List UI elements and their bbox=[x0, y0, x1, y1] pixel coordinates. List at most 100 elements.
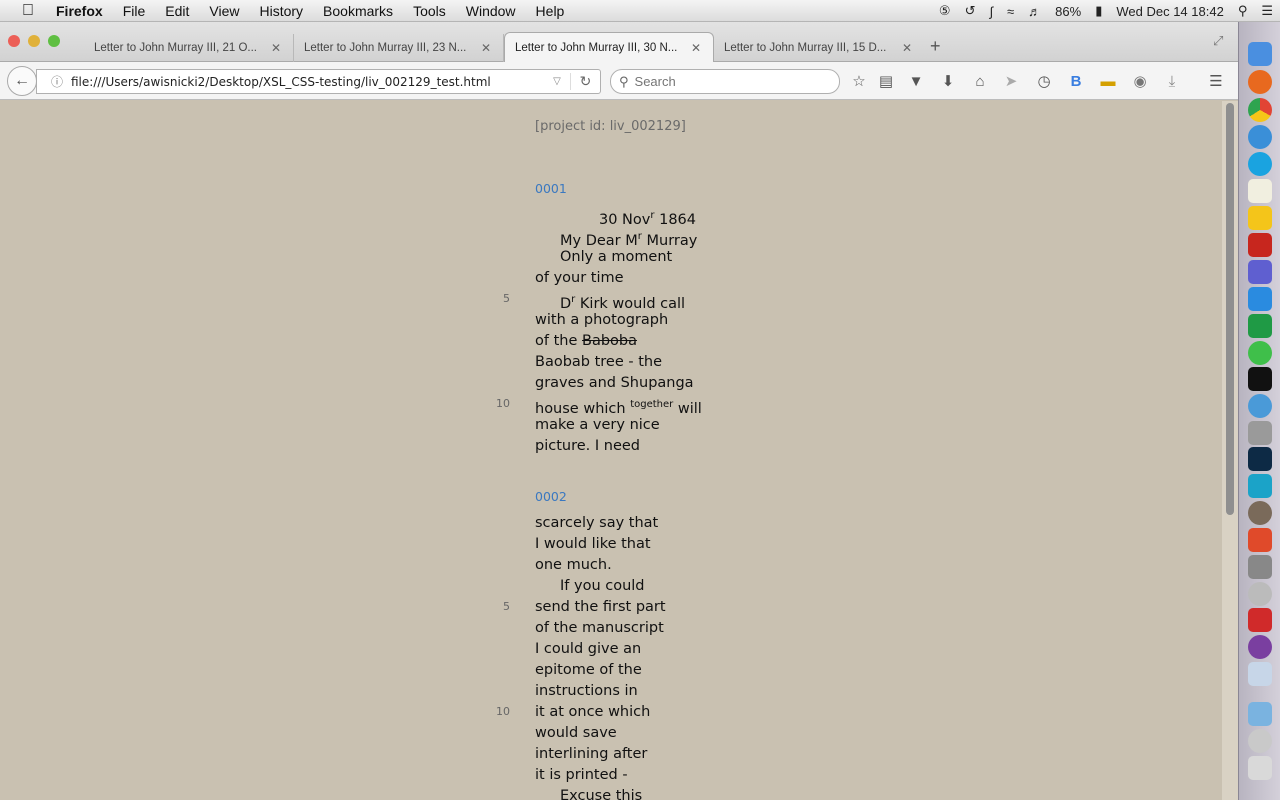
search-box[interactable]: ⚲ bbox=[610, 69, 840, 94]
system-preferences-icon[interactable] bbox=[1248, 555, 1272, 579]
deleted-text: Baboba bbox=[582, 333, 637, 349]
xquartz-icon[interactable] bbox=[1248, 260, 1272, 284]
fullscreen-icon[interactable]: ⤢ bbox=[1213, 33, 1223, 49]
finder-icon[interactable] bbox=[1248, 42, 1272, 66]
transcript-line: Baobab tree - the bbox=[535, 354, 663, 370]
minimize-window-button[interactable] bbox=[28, 35, 40, 47]
transcript-line: scarcely say that bbox=[535, 515, 659, 531]
menu-bookmarks[interactable]: Bookmarks bbox=[313, 3, 403, 19]
tab-letter-23-nov[interactable]: Letter to John Murray III, 23 N... ✕ bbox=[294, 34, 504, 62]
vertical-scrollbar[interactable] bbox=[1222, 101, 1238, 800]
menu-bar:  Firefox File Edit View History Bookmar… bbox=[0, 0, 1280, 22]
remote-app-icon[interactable] bbox=[1248, 528, 1272, 552]
wifi-icon[interactable]: ≈ bbox=[1000, 4, 1021, 19]
extension-b-icon[interactable]: B bbox=[1066, 72, 1086, 92]
zoom-window-button[interactable] bbox=[48, 35, 60, 47]
menu-history[interactable]: History bbox=[249, 3, 313, 19]
url-bar[interactable]: ⓘ file:///Users/awisnicki2/Desktop/XSL_C… bbox=[36, 69, 601, 94]
tab-label: Letter to John Murray III, 21 O... bbox=[94, 42, 257, 54]
menu-edit[interactable]: Edit bbox=[155, 3, 199, 19]
scrollbar-thumb[interactable] bbox=[1226, 103, 1234, 515]
downloads-icon[interactable]: ⬇ bbox=[938, 72, 958, 92]
reading-list-icon[interactable]: ▤ bbox=[876, 72, 896, 92]
hamburger-menu-icon[interactable]: ☰ bbox=[1206, 72, 1226, 92]
site-info-icon[interactable]: ⓘ bbox=[43, 73, 71, 90]
menu-file[interactable]: File bbox=[113, 3, 156, 19]
terminal-icon[interactable] bbox=[1248, 367, 1272, 391]
transcript-line: picture. I need bbox=[535, 438, 640, 454]
ghostery-icon[interactable]: ◉ bbox=[1130, 72, 1150, 92]
bookmark-star-icon[interactable]: ☆ bbox=[849, 72, 869, 92]
url-text[interactable]: file:///Users/awisnicki2/Desktop/XSL_CSS… bbox=[71, 75, 544, 89]
battery-percent[interactable]: 86% bbox=[1048, 4, 1088, 19]
preview-icon[interactable] bbox=[1248, 662, 1272, 686]
sync-icon[interactable] bbox=[1248, 341, 1272, 365]
new-tab-button[interactable]: + bbox=[930, 36, 941, 57]
skype-icon[interactable] bbox=[1248, 152, 1272, 176]
line-text: of the bbox=[535, 333, 582, 349]
transcript-line: I would like that bbox=[535, 536, 651, 552]
menu-window[interactable]: Window bbox=[456, 3, 526, 19]
page-number-0002[interactable]: 0002 bbox=[535, 489, 567, 504]
diamond-app-icon[interactable] bbox=[1248, 474, 1272, 498]
launchpad-icon[interactable] bbox=[1248, 582, 1272, 606]
menu-app-firefox[interactable]: Firefox bbox=[56, 3, 113, 19]
clock[interactable]: Wed Dec 14 18:42 bbox=[1109, 4, 1230, 19]
download-helper-icon[interactable]: ⤓ bbox=[1162, 72, 1182, 92]
url-dropdown-icon[interactable]: ▽ bbox=[544, 76, 570, 87]
github-icon[interactable] bbox=[1248, 635, 1272, 659]
send-icon[interactable]: ➤ bbox=[1001, 72, 1021, 92]
chrome-icon[interactable] bbox=[1248, 98, 1272, 122]
history-icon[interactable]: ◷ bbox=[1034, 72, 1054, 92]
menu-view[interactable]: View bbox=[199, 3, 249, 19]
ruler-icon[interactable]: ▬ bbox=[1098, 72, 1118, 92]
interlinear-insertion: together bbox=[630, 399, 674, 410]
volume-icon[interactable]: ♬ bbox=[1021, 4, 1048, 19]
transcript-line: would save bbox=[535, 725, 617, 741]
notification-center-icon[interactable]: ☰ bbox=[1254, 3, 1280, 19]
menu-tools[interactable]: Tools bbox=[403, 3, 456, 19]
bluetooth-icon[interactable]: ∫ bbox=[982, 4, 1000, 19]
folder-icon[interactable] bbox=[1248, 702, 1272, 726]
page-number-0001[interactable]: 0001 bbox=[535, 181, 567, 196]
pocket-icon[interactable]: ▼ bbox=[906, 72, 926, 92]
tab-close-icon[interactable]: ✕ bbox=[689, 41, 703, 55]
close-window-button[interactable] bbox=[8, 35, 20, 47]
network-icon[interactable] bbox=[1248, 394, 1272, 418]
tab-close-icon[interactable]: ✕ bbox=[900, 41, 914, 55]
firefox-icon[interactable] bbox=[1248, 70, 1272, 94]
search-input[interactable] bbox=[634, 74, 825, 89]
gimp-icon[interactable] bbox=[1248, 501, 1272, 525]
trash-icon[interactable] bbox=[1248, 756, 1272, 780]
navigation-toolbar: ⓘ file:///Users/awisnicki2/Desktop/XSL_C… bbox=[0, 62, 1238, 100]
help-icon[interactable] bbox=[1248, 729, 1272, 753]
battery-icon[interactable]: ▮ bbox=[1088, 3, 1109, 19]
safari-icon[interactable] bbox=[1248, 125, 1272, 149]
back-button[interactable]: ← bbox=[7, 66, 37, 96]
tab-letter-21-oct[interactable]: Letter to John Murray III, 21 O... ✕ bbox=[84, 34, 294, 62]
tab-label: Letter to John Murray III, 30 N... bbox=[515, 42, 678, 54]
transcript-line: it is printed - bbox=[535, 767, 628, 783]
tab-letter-15-dec[interactable]: Letter to John Murray III, 15 D... ✕ bbox=[714, 34, 924, 62]
utility-icon[interactable] bbox=[1248, 421, 1272, 445]
project-id: [project id: liv_002129] bbox=[535, 119, 686, 134]
filezilla-icon[interactable] bbox=[1248, 233, 1272, 257]
reload-icon[interactable]: ↻ bbox=[570, 73, 600, 90]
tab-close-icon[interactable]: ✕ bbox=[269, 41, 283, 55]
photoshop-icon[interactable] bbox=[1248, 447, 1272, 471]
zotero-icon[interactable] bbox=[1248, 608, 1272, 632]
time-machine-icon[interactable]: ↺ bbox=[958, 3, 983, 19]
cyberduck-icon[interactable] bbox=[1248, 206, 1272, 230]
spotlight-icon[interactable]: ⚲ bbox=[1231, 3, 1255, 19]
transcript-line: epitome of the bbox=[535, 662, 642, 678]
apple-icon[interactable]:  bbox=[0, 2, 56, 20]
word-icon[interactable] bbox=[1248, 287, 1272, 311]
search-icon: ⚲ bbox=[619, 73, 629, 89]
tab-letter-30-nov[interactable]: Letter to John Murray III, 30 N... ✕ bbox=[504, 32, 714, 63]
home-icon[interactable]: ⌂ bbox=[970, 72, 990, 92]
menu-help[interactable]: Help bbox=[526, 3, 575, 19]
status-5-icon[interactable]: ⑤ bbox=[932, 3, 958, 19]
textedit-icon[interactable] bbox=[1248, 179, 1272, 203]
tab-close-icon[interactable]: ✕ bbox=[479, 41, 493, 55]
excel-icon[interactable] bbox=[1248, 314, 1272, 338]
